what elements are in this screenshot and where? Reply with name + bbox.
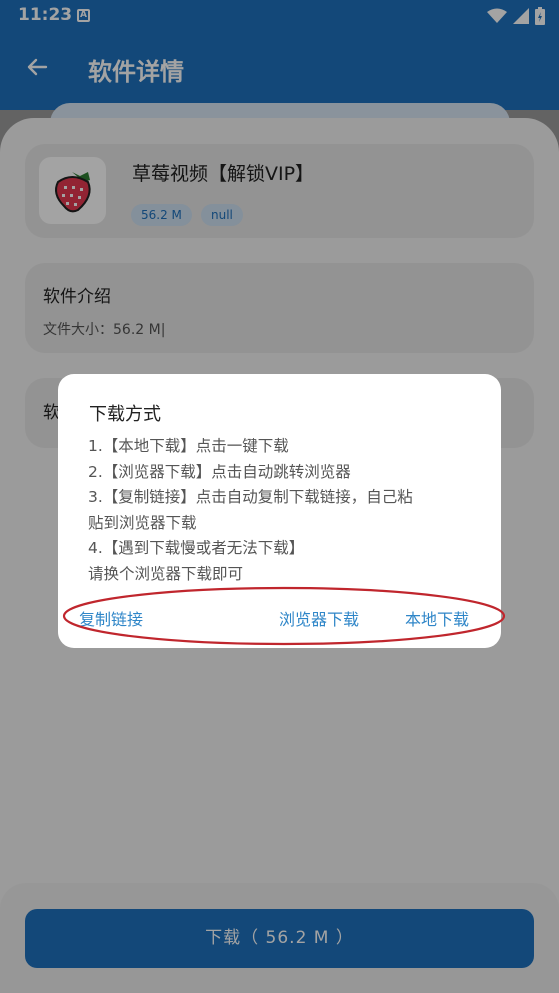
download-method-dialog: 下载方式 1.【本地下载】点击一键下载 2.【浏览器下载】点击自动跳转浏览器 3… [58, 374, 501, 648]
copy-link-button[interactable]: 复制链接 [79, 606, 143, 630]
dialog-message: 1.【本地下载】点击一键下载 2.【浏览器下载】点击自动跳转浏览器 3.【复制链… [88, 434, 483, 587]
dialog-line: 请换个浏览器下载即可 [88, 564, 244, 583]
dialog-title: 下载方式 [89, 404, 161, 425]
browser-download-button[interactable]: 浏览器下载 [279, 606, 359, 630]
dialog-line: 4.【遇到下载慢或者无法下载】 [88, 539, 305, 557]
dialog-line: 贴到浏览器下载 [88, 513, 197, 532]
dialog-line: 2.【浏览器下载】点击自动跳转浏览器 [88, 462, 351, 481]
dialog-line: 1.【本地下载】点击一键下载 [88, 437, 289, 455]
dialog-line: 3.【复制链接】点击自动复制下载链接，自己粘 [88, 488, 413, 506]
local-download-button[interactable]: 本地下载 [405, 606, 469, 630]
